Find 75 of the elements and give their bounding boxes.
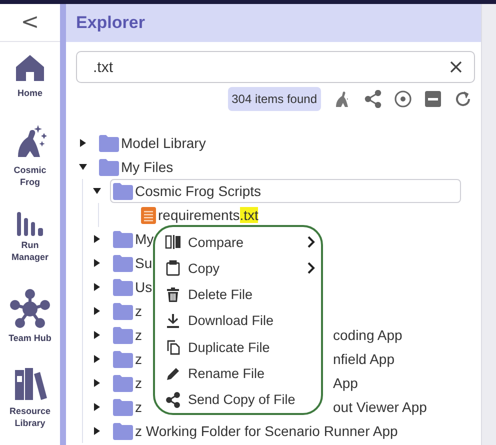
nav-item[interactable]: Resource Library [1, 366, 59, 429]
folder-icon [99, 134, 119, 152]
target-icon [394, 90, 412, 108]
tree-item-label[interactable]: Us [135, 279, 152, 295]
menu-item[interactable]: Copy [161, 255, 321, 282]
search-input[interactable]: .txt [91, 58, 446, 76]
caret-right-icon [93, 283, 101, 291]
caret-right-icon [93, 307, 101, 315]
tree-item-label[interactable]: Su [135, 255, 152, 271]
tree-item-label[interactable]: Model Library [121, 135, 206, 151]
caret-down-icon [79, 163, 87, 171]
caret-right-icon [93, 403, 101, 411]
menu-item[interactable]: Send Copy of File [161, 386, 321, 413]
refresh-icon [454, 90, 472, 108]
search-field[interactable]: .txt [76, 51, 475, 83]
menu-item[interactable]: Rename File [161, 360, 321, 387]
caret-right-icon [93, 235, 101, 243]
toolbar-button[interactable] [393, 89, 413, 109]
trash-icon [165, 286, 181, 303]
tree-item-label[interactable]: My [135, 231, 154, 247]
chevron-right-icon [307, 262, 315, 274]
folder-icon [113, 278, 133, 296]
folder-icon [113, 422, 133, 440]
menu-item[interactable]: Delete File [161, 282, 321, 308]
caret-right-icon [79, 139, 87, 147]
nav-item[interactable]: Team Hub [1, 289, 59, 344]
nav-item[interactable]: Cosmic Frog [1, 121, 59, 188]
caret-right-icon [93, 427, 101, 435]
menu-item[interactable]: Compare [161, 229, 321, 256]
tree-item-label[interactable]: My Files [121, 159, 174, 175]
compare-icon [165, 234, 181, 250]
toolbar-button[interactable] [453, 89, 473, 109]
folder-icon [113, 350, 133, 368]
folder-icon [113, 302, 133, 320]
tree-item-label[interactable]: z Working Folder for Scenario Runner App [135, 423, 398, 439]
collapse-all-icon [424, 90, 442, 108]
panel-title: Explorer [76, 13, 145, 33]
pencil-icon [165, 366, 181, 382]
caret-down-icon [93, 187, 101, 195]
nav-item[interactable]: Home [1, 52, 59, 99]
network-icon [10, 289, 50, 329]
caret-right-icon [93, 355, 101, 363]
toolbar-button[interactable] [423, 89, 443, 109]
tree-item-label[interactable]: coding App [333, 327, 402, 343]
caret-right-icon [93, 331, 101, 339]
tree-item-label[interactable]: Cosmic Frog Scripts [135, 183, 262, 199]
caret-right-icon [93, 379, 101, 387]
nav-item[interactable]: Run Manager [1, 208, 59, 263]
text-file-icon [141, 206, 156, 224]
tree-item-label[interactable]: App [333, 375, 358, 391]
download-icon [165, 312, 181, 329]
duplicate-icon [165, 339, 181, 356]
menu-item[interactable]: Duplicate File [161, 334, 321, 360]
share-icon [364, 90, 382, 108]
home-icon [14, 52, 46, 84]
toolbar-button[interactable] [363, 89, 383, 109]
close-icon [450, 61, 462, 73]
result-count: 304 items found [228, 87, 321, 111]
folder-icon [113, 326, 133, 344]
share-icon [165, 392, 181, 408]
tree-item-label[interactable]: nfield App [333, 351, 394, 367]
tree-item-label[interactable]: out Viewer App [333, 399, 427, 415]
folder-icon [113, 398, 133, 416]
folder-icon [113, 230, 133, 248]
folder-icon [113, 254, 133, 272]
tree-item-label[interactable]: z [135, 303, 142, 319]
chevron-right-icon [307, 236, 315, 248]
menu-item[interactable]: Download File [161, 308, 321, 334]
folder-icon [113, 182, 133, 200]
caret-right-icon [93, 259, 101, 267]
folder-icon [113, 374, 133, 392]
folder-icon [99, 158, 119, 176]
books-icon [12, 366, 48, 402]
clipboard-icon [165, 260, 181, 276]
selected-tree-item[interactable]: Cosmic Frog Scripts [110, 179, 461, 203]
